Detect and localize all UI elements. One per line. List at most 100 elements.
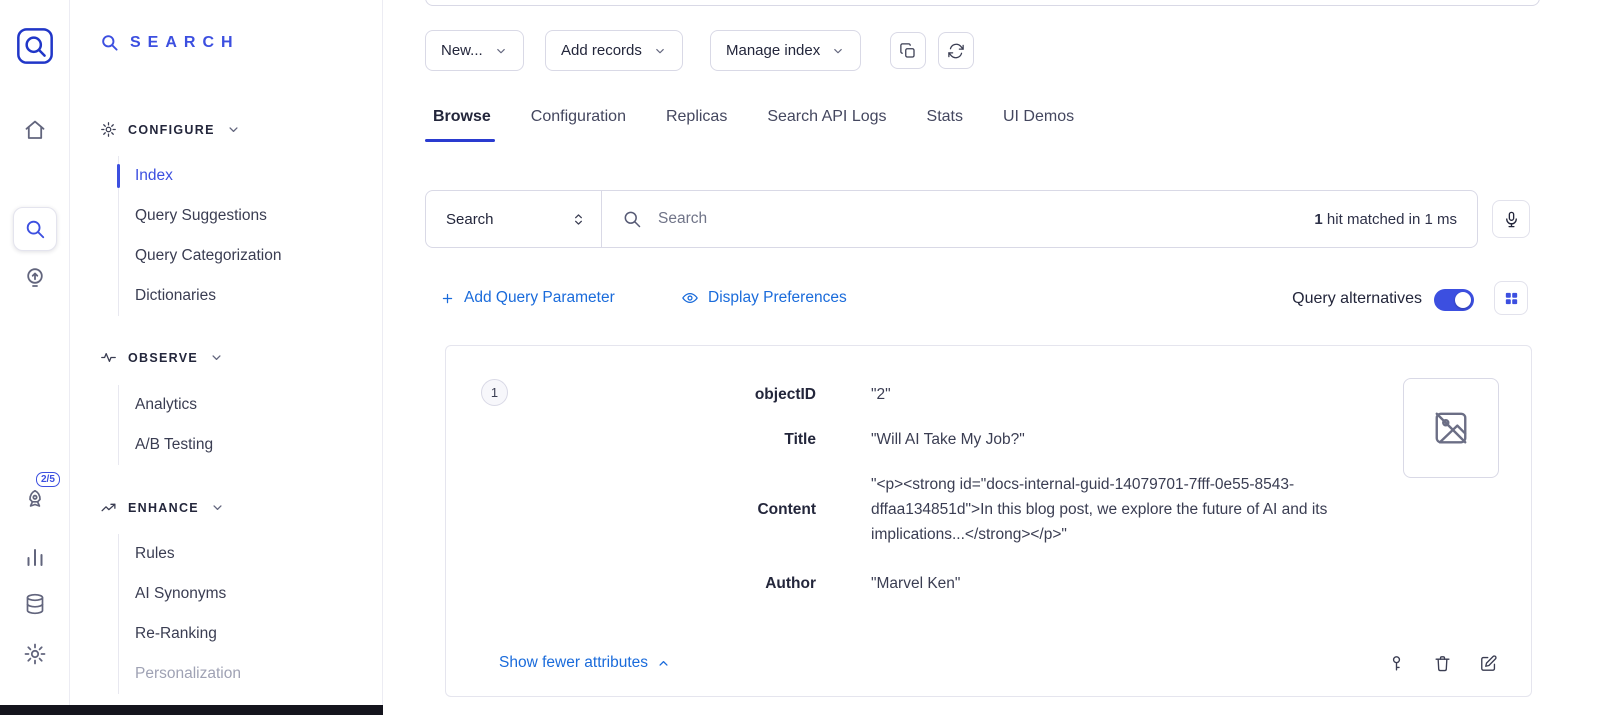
sidebar-item-dictionaries[interactable]: Dictionaries: [119, 276, 369, 316]
field-row-author: Author "Marvel Ken": [446, 571, 1384, 596]
image-placeholder: [1403, 378, 1499, 478]
hit-fields: objectID "2" Title "Will AI Take My Job?…: [446, 374, 1384, 596]
button-label: New...: [441, 42, 483, 59]
chevron-down-icon: [210, 500, 225, 515]
usage-badge: 2/5: [36, 472, 60, 487]
add-query-parameter-link[interactable]: Add Query Parameter: [440, 289, 615, 307]
query-alternatives-toggle[interactable]: [1434, 289, 1474, 311]
link-label: Add Query Parameter: [464, 289, 615, 307]
home-icon[interactable]: [23, 118, 47, 142]
add-records-button[interactable]: Add records: [545, 30, 683, 71]
sidebar-item-ab-testing[interactable]: A/B Testing: [119, 425, 369, 465]
section-label: OBSERVE: [128, 351, 198, 365]
section-enhance[interactable]: ENHANCE: [100, 499, 225, 516]
section-label: ENHANCE: [128, 501, 199, 515]
button-label: Manage index: [726, 42, 820, 59]
top-cropped-bar: [425, 0, 1540, 6]
field-label: Content: [446, 501, 816, 519]
tab-replicas[interactable]: Replicas: [666, 108, 727, 142]
hits-stats: 1 hit matched in 1 ms: [1314, 211, 1457, 228]
index-selector-value: Search: [446, 211, 494, 228]
manage-index-button[interactable]: Manage index: [710, 30, 861, 71]
chevron-down-icon: [209, 350, 224, 365]
field-label: objectID: [446, 386, 816, 404]
section-configure[interactable]: CONFIGURE: [100, 121, 241, 138]
field-value: "2": [871, 382, 1384, 407]
field-value: "Will AI Take My Job?": [871, 427, 1384, 452]
product-title: SEARCH: [130, 34, 240, 52]
app-rail: 2/5: [0, 0, 70, 715]
search-input[interactable]: [658, 210, 1298, 228]
index-selector[interactable]: Search: [426, 191, 602, 247]
index-tabs: Browse Configuration Replicas Search API…: [433, 108, 1074, 142]
field-row-title: Title "Will AI Take My Job?": [446, 427, 1384, 452]
field-value: "<p><strong id="docs-internal-guid-14079…: [871, 472, 1384, 547]
field-row-objectid: objectID "2": [446, 382, 1384, 407]
search-icon: [100, 33, 119, 52]
settings-gear-icon[interactable]: [23, 642, 47, 666]
chevron-down-icon: [653, 44, 667, 58]
tab-search-api-logs[interactable]: Search API Logs: [767, 108, 886, 142]
trending-up-icon: [100, 499, 117, 516]
observe-items: Analytics A/B Testing: [118, 385, 369, 465]
new-index-button[interactable]: New...: [425, 30, 524, 71]
sidebar: SEARCH CONFIGURE Index Query Suggestions…: [70, 0, 383, 715]
tab-stats[interactable]: Stats: [927, 108, 963, 142]
eye-icon: [681, 289, 699, 307]
hits-count: 1: [1314, 211, 1322, 228]
tab-browse[interactable]: Browse: [433, 108, 491, 142]
search-app-icon[interactable]: [13, 207, 57, 251]
field-row-content: Content "<p><strong id="docs-internal-gu…: [446, 472, 1384, 547]
tab-ui-demos[interactable]: UI Demos: [1003, 108, 1074, 142]
rocket-icon[interactable]: [23, 488, 47, 512]
sidebar-item-ai-synonyms[interactable]: AI Synonyms: [119, 574, 369, 614]
algolia-dashboard: 2/5 SEARCH CONFIGURE Index: [0, 0, 1600, 715]
chevron-up-icon: [656, 656, 671, 671]
sidebar-item-query-categorization[interactable]: Query Categorization: [119, 236, 369, 276]
display-preferences-link[interactable]: Display Preferences: [681, 289, 847, 307]
search-icon: [622, 209, 642, 229]
chevron-down-icon: [226, 122, 241, 137]
refresh-icon[interactable]: [938, 32, 974, 69]
sidebar-item-index[interactable]: Index: [119, 156, 369, 196]
sidebar-item-re-ranking[interactable]: Re-Ranking: [119, 614, 369, 654]
chevron-down-icon: [494, 44, 508, 58]
section-observe[interactable]: OBSERVE: [100, 349, 224, 366]
database-icon[interactable]: [23, 592, 47, 616]
sidebar-item-query-suggestions[interactable]: Query Suggestions: [119, 196, 369, 236]
edit-icon[interactable]: [1471, 646, 1505, 680]
field-value: "Marvel Ken": [871, 571, 1384, 596]
sidebar-item-personalization[interactable]: Personalization: [119, 654, 369, 694]
bar-chart-icon[interactable]: [23, 545, 47, 569]
key-icon[interactable]: [1379, 646, 1413, 680]
hit-actions: [1379, 646, 1505, 680]
toggle-knob: [1455, 292, 1471, 308]
sidebar-item-rules[interactable]: Rules: [119, 534, 369, 574]
image-off-icon: [1432, 409, 1470, 447]
configure-items: Index Query Suggestions Query Categoriza…: [118, 156, 369, 316]
enhance-items: Rules AI Synonyms Re-Ranking Personaliza…: [118, 534, 369, 694]
tab-configuration[interactable]: Configuration: [531, 108, 626, 142]
sidebar-item-analytics[interactable]: Analytics: [119, 385, 369, 425]
activity-icon: [100, 349, 117, 366]
link-label: Display Preferences: [708, 289, 847, 307]
button-label: Add records: [561, 42, 642, 59]
link-label: Show fewer attributes: [499, 654, 648, 672]
sort-arrows-icon: [570, 211, 587, 228]
show-fewer-attributes-link[interactable]: Show fewer attributes: [499, 654, 671, 672]
copy-icon[interactable]: [890, 32, 926, 69]
bottom-edge: [0, 705, 383, 715]
trash-icon[interactable]: [1425, 646, 1459, 680]
recommend-icon[interactable]: [23, 266, 47, 290]
field-label: Author: [446, 575, 816, 593]
search-input-area: 1 hit matched in 1 ms: [602, 191, 1477, 247]
microphone-icon[interactable]: [1492, 200, 1530, 238]
field-label: Title: [446, 431, 816, 449]
layout-grid-icon[interactable]: [1494, 281, 1528, 315]
section-label: CONFIGURE: [128, 123, 215, 137]
algolia-logo[interactable]: [15, 26, 55, 66]
search-product-header[interactable]: SEARCH: [100, 33, 240, 52]
chevron-down-icon: [831, 44, 845, 58]
search-bar: Search 1 hit matched in 1 ms: [425, 190, 1478, 248]
hits-text: hit matched in 1 ms: [1323, 211, 1457, 228]
